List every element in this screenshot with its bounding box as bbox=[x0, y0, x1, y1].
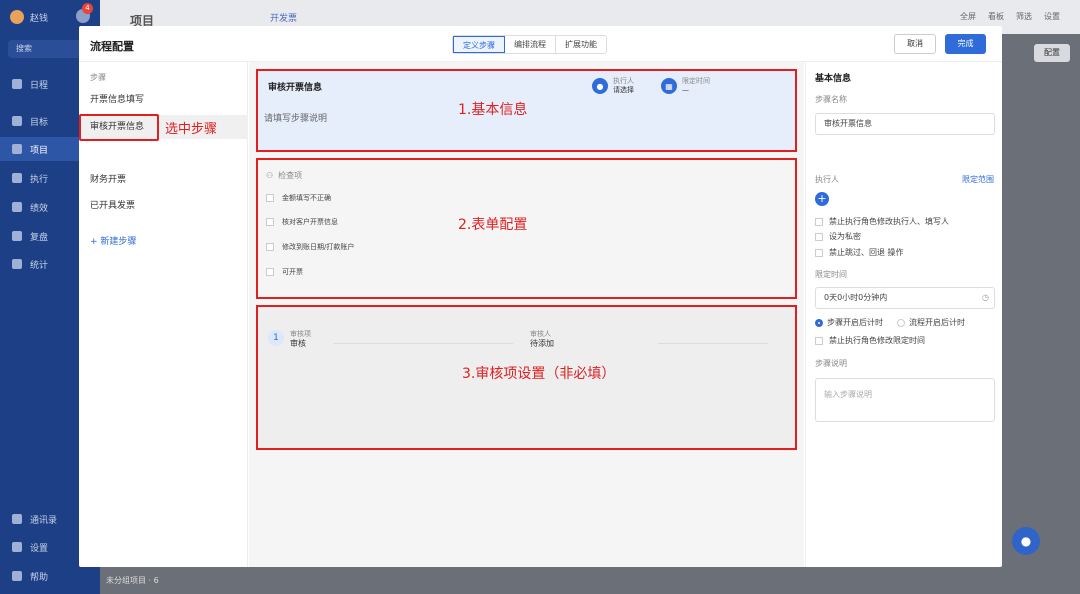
time-limit-label: 限定时间 bbox=[815, 270, 847, 279]
contacts-icon bbox=[12, 514, 22, 524]
user-profile[interactable]: 赵钱 bbox=[10, 10, 48, 24]
option-forbid-edit-executor[interactable]: 禁止执行角色修改执行人、填写人 bbox=[815, 216, 949, 227]
properties-panel: 基本信息 步骤名称 审核开票信息 执行人 限定范围 + 禁止执行角色修改执行人、… bbox=[805, 62, 1002, 567]
step-item[interactable]: 已开具发票 bbox=[79, 194, 248, 218]
avatar bbox=[10, 10, 24, 24]
checkbox[interactable] bbox=[815, 217, 823, 226]
chart-icon bbox=[12, 202, 22, 212]
radio-dot bbox=[897, 318, 905, 327]
project-icon bbox=[12, 144, 22, 154]
reviewer-item[interactable]: 审核人 待添加 bbox=[530, 329, 554, 349]
target-icon bbox=[12, 116, 22, 126]
review-item[interactable]: 审核项 审核 bbox=[290, 329, 311, 349]
option-forbid-edit-time[interactable]: 禁止执行角色修改限定时间 bbox=[815, 335, 925, 346]
basic-info-card[interactable]: 审核开票信息 请填写步骤说明 ● 执行人 请选择 ▦ 限定时间 — 1.基本信息 bbox=[256, 69, 797, 152]
checklist-item[interactable]: 可开票 bbox=[266, 267, 303, 277]
help-icon bbox=[12, 571, 22, 581]
radio-flow-timer[interactable]: 流程开启后计时 bbox=[897, 317, 965, 328]
checkbox[interactable] bbox=[815, 248, 823, 257]
checkbox[interactable] bbox=[266, 194, 274, 202]
step-editor: 审核开票信息 请填写步骤说明 ● 执行人 请选择 ▦ 限定时间 — 1.基本信息 ⚇… bbox=[249, 62, 804, 567]
header-tools: 全屏 看板 筛选 设置 bbox=[960, 11, 1060, 22]
option-forbid-skip[interactable]: 禁止跳过、回退 操作 bbox=[815, 247, 904, 258]
mode-tabs: 定义步骤 编排流程 扩展功能 bbox=[452, 35, 607, 54]
step-name-label: 步骤名称 bbox=[815, 95, 847, 104]
step-desc[interactable]: 请填写步骤说明 bbox=[264, 111, 327, 124]
calendar-icon bbox=[12, 79, 22, 89]
panel-title: 基本信息 bbox=[815, 74, 852, 84]
user-icon: ● bbox=[592, 78, 608, 94]
checklist-item[interactable]: 金额填写不正确 bbox=[266, 193, 331, 203]
hint-icon[interactable]: ● bbox=[1012, 527, 1040, 555]
tab-arrange-flow[interactable]: 编排流程 bbox=[505, 36, 556, 53]
checkbox[interactable] bbox=[266, 243, 274, 251]
review-index: 1 bbox=[268, 330, 284, 346]
timer-mode-radios: 步骤开启后计时 流程开启后计时 bbox=[815, 317, 965, 328]
add-step-button[interactable]: + 新建步骤 bbox=[90, 234, 136, 247]
tab-extensions[interactable]: 扩展功能 bbox=[556, 36, 606, 53]
executor-field[interactable]: ● 执行人 请选择 bbox=[592, 77, 634, 95]
selection-highlight bbox=[79, 114, 159, 141]
checklist-header: ⚇ 检查项 bbox=[266, 171, 303, 180]
ungrouped-projects[interactable]: 未分组项目 · 6 bbox=[106, 575, 159, 586]
checkbox[interactable] bbox=[266, 218, 274, 226]
checkbox[interactable] bbox=[815, 336, 823, 345]
checkbox[interactable] bbox=[815, 232, 823, 241]
view-tab[interactable]: 开发票 bbox=[270, 11, 297, 24]
steps-label: 步骤 bbox=[90, 73, 106, 82]
step-item[interactable]: 财务开票 bbox=[79, 168, 248, 192]
executor-label: 执行人 bbox=[815, 175, 839, 184]
checklist-item[interactable]: 修改到账日期/打款账户 bbox=[266, 242, 354, 252]
add-executor-icon[interactable]: + bbox=[815, 192, 829, 206]
time-limit-input[interactable]: 0天0小时0分钟内 ◷ bbox=[815, 287, 995, 309]
nav-item-help[interactable]: 帮助 bbox=[0, 564, 100, 588]
step-name-input[interactable]: 审核开票信息 bbox=[815, 113, 995, 135]
step-title: 审核开票信息 bbox=[268, 83, 323, 93]
annotation-basic-info: 1.基本信息 bbox=[458, 102, 528, 118]
fullscreen-button[interactable]: 全屏 bbox=[960, 11, 976, 22]
board-button[interactable]: 看板 bbox=[988, 11, 1004, 22]
checkbox[interactable] bbox=[266, 268, 274, 276]
checklist-item[interactable]: 核对客户开票信息 bbox=[266, 217, 338, 227]
annotation-form-config: 2.表单配置 bbox=[458, 217, 528, 233]
annotation-select-step: 选中步骤 bbox=[165, 122, 218, 137]
steps-panel: 步骤 开票信息填写 审核开票信息 财务开票 已开具发票 + 新建步骤 选中步骤 bbox=[79, 62, 248, 567]
divider bbox=[333, 343, 513, 344]
step-item[interactable]: 开票信息填写 bbox=[79, 88, 248, 112]
clock-icon: ◷ bbox=[982, 293, 989, 302]
form-config-card: ⚇ 检查项 金额填写不正确 核对客户开票信息 修改到账日期/打款账户 可开票 2.… bbox=[256, 158, 797, 299]
review-icon bbox=[12, 231, 22, 241]
radio-step-timer[interactable]: 步骤开启后计时 bbox=[815, 317, 883, 328]
time-limit-field[interactable]: ▦ 限定时间 — bbox=[661, 77, 710, 95]
notification-badge: 4 bbox=[82, 3, 93, 14]
calendar-icon: ▦ bbox=[661, 78, 677, 94]
config-button[interactable]: 配置 bbox=[1034, 44, 1070, 62]
limit-scope-link[interactable]: 限定范围 bbox=[962, 174, 994, 185]
cancel-button[interactable]: 取消 bbox=[894, 34, 936, 54]
modal-header: 流程配置 定义步骤 编排流程 扩展功能 取消 完成 bbox=[79, 26, 1002, 62]
done-button[interactable]: 完成 bbox=[945, 34, 986, 54]
step-desc-input[interactable]: 输入步骤说明 bbox=[815, 378, 995, 422]
grid-icon bbox=[12, 173, 22, 183]
gear-icon bbox=[12, 542, 22, 552]
filter-button[interactable]: 筛选 bbox=[1016, 11, 1032, 22]
flow-config-modal: 流程配置 定义步骤 编排流程 扩展功能 取消 完成 步骤 开票信息填写 审核开票… bbox=[79, 26, 1002, 567]
user-name: 赵钱 bbox=[30, 13, 49, 24]
pie-icon bbox=[12, 259, 22, 269]
option-private[interactable]: 设为私密 bbox=[815, 231, 861, 242]
user-group-icon: ⚇ bbox=[266, 171, 274, 180]
review-settings-card: 1 审核项 审核 审核人 待添加 3.审核项设置（非必填） bbox=[256, 305, 797, 450]
modal-title: 流程配置 bbox=[90, 40, 134, 53]
step-desc-label: 步骤说明 bbox=[815, 359, 847, 368]
bg-right-area: 配置 bbox=[1002, 40, 1080, 70]
radio-dot bbox=[815, 318, 823, 327]
divider bbox=[658, 343, 768, 344]
annotation-review-settings: 3.审核项设置（非必填） bbox=[462, 366, 616, 382]
settings-button[interactable]: 设置 bbox=[1044, 11, 1060, 22]
tab-define-steps[interactable]: 定义步骤 bbox=[453, 36, 505, 53]
